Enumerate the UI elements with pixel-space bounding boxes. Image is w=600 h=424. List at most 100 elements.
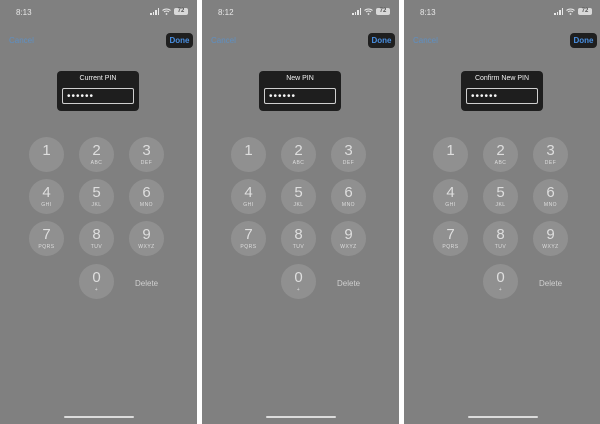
key-letters: ABC — [292, 160, 305, 166]
battery-icon: 72 — [376, 8, 390, 15]
keypad-key-7[interactable]: 7 PQRS — [433, 221, 468, 256]
done-button[interactable]: Done — [570, 33, 597, 48]
keypad-key-6[interactable]: 6 MNO — [331, 179, 366, 214]
keypad-key-5[interactable]: 5 JKL — [79, 179, 114, 214]
done-button[interactable]: Done — [166, 33, 193, 48]
key-letters: TUV — [90, 244, 103, 250]
key-letters: GHI — [41, 202, 52, 208]
key-letters: MNO — [543, 202, 558, 208]
pin-entry-dialog: Confirm New PIN •••••• — [461, 71, 543, 111]
key-digit: 1 — [42, 142, 51, 159]
keypad-key-7[interactable]: 7 PQRS — [231, 221, 266, 256]
key-letters: PQRS — [442, 244, 459, 250]
cancel-button[interactable]: Cancel — [9, 36, 34, 45]
key-digit: 4 — [244, 184, 253, 201]
key-letters: TUV — [292, 244, 305, 250]
status-icons: 72 — [554, 8, 592, 15]
keypad-key-2[interactable]: 2 ABC — [281, 137, 316, 172]
key-letters: DEF — [140, 160, 153, 166]
key-letters: JKL — [495, 202, 506, 208]
key-digit: 9 — [344, 226, 353, 243]
status-time: 8:12 — [218, 8, 234, 17]
status-time: 8:13 — [420, 8, 436, 17]
keypad-key-9[interactable]: 9 WXYZ — [129, 221, 164, 256]
pin-title: Current PIN — [79, 75, 117, 82]
pin-entry-dialog: Current PIN •••••• — [57, 71, 139, 111]
pin-field[interactable]: •••••• — [466, 88, 538, 104]
cancel-button[interactable]: Cancel — [211, 36, 236, 45]
key-letters: ABC — [494, 160, 507, 166]
key-digit: 2 — [92, 142, 101, 159]
done-button[interactable]: Done — [368, 33, 395, 48]
keypad-key-2[interactable]: 2 ABC — [79, 137, 114, 172]
keypad-key-4[interactable]: 4 GHI — [29, 179, 64, 214]
keypad-key-0[interactable]: 0 + — [281, 264, 316, 299]
keypad-key-7[interactable]: 7 PQRS — [29, 221, 64, 256]
keypad-key-1[interactable]: 1 — [231, 137, 266, 172]
status-icons: 72 — [150, 8, 188, 15]
key-digit: 7 — [244, 226, 253, 243]
key-digit: 2 — [496, 142, 505, 159]
pin-screen-3: 8:13 72 Cancel Done Confirm New PIN ••••… — [404, 0, 600, 424]
key-digit: 1 — [244, 142, 253, 159]
key-letters: GHI — [243, 202, 254, 208]
home-indicator — [467, 416, 538, 418]
key-letters: GHI — [445, 202, 456, 208]
pin-title: Confirm New PIN — [474, 75, 530, 82]
key-letters: JKL — [293, 202, 304, 208]
key-digit: 0 — [92, 269, 101, 286]
battery-icon: 72 — [174, 8, 188, 15]
key-digit: 2 — [294, 142, 303, 159]
keypad-key-1[interactable]: 1 — [29, 137, 64, 172]
key-letters: TUV — [494, 244, 507, 250]
key-digit: 5 — [294, 184, 303, 201]
key-digit: 3 — [344, 142, 353, 159]
key-digit: 6 — [344, 184, 353, 201]
keypad-key-5[interactable]: 5 JKL — [483, 179, 518, 214]
delete-button[interactable]: Delete — [539, 279, 562, 288]
keypad-key-3[interactable]: 3 DEF — [129, 137, 164, 172]
keypad-key-9[interactable]: 9 WXYZ — [533, 221, 568, 256]
key-digit: 3 — [546, 142, 555, 159]
status-bar: 8:13 72 — [0, 8, 197, 20]
delete-button[interactable]: Delete — [135, 279, 158, 288]
key-digit: 9 — [142, 226, 151, 243]
key-letters: MNO — [139, 202, 154, 208]
key-digit: 9 — [546, 226, 555, 243]
keypad-key-8[interactable]: 8 TUV — [79, 221, 114, 256]
key-digit: 1 — [446, 142, 455, 159]
key-letters: MNO — [341, 202, 356, 208]
keypad-key-9[interactable]: 9 WXYZ — [331, 221, 366, 256]
key-letters: DEF — [342, 160, 355, 166]
keypad-key-3[interactable]: 3 DEF — [533, 137, 568, 172]
keypad-key-8[interactable]: 8 TUV — [483, 221, 518, 256]
keypad-key-3[interactable]: 3 DEF — [331, 137, 366, 172]
keypad-key-6[interactable]: 6 MNO — [129, 179, 164, 214]
key-digit: 8 — [294, 226, 303, 243]
key-digit: 4 — [446, 184, 455, 201]
keypad-key-8[interactable]: 8 TUV — [281, 221, 316, 256]
key-letters: JKL — [91, 202, 102, 208]
keypad-key-2[interactable]: 2 ABC — [483, 137, 518, 172]
keypad-key-4[interactable]: 4 GHI — [433, 179, 468, 214]
keypad-key-0[interactable]: 0 + — [483, 264, 518, 299]
keypad-key-4[interactable]: 4 GHI — [231, 179, 266, 214]
pin-screen-2: 8:12 72 Cancel Done New PIN •••••• 1 2 A… — [202, 0, 399, 424]
key-letters: PQRS — [38, 244, 55, 250]
delete-button[interactable]: Delete — [337, 279, 360, 288]
pin-field[interactable]: •••••• — [264, 88, 336, 104]
key-digit: 8 — [92, 226, 101, 243]
pin-field[interactable]: •••••• — [62, 88, 134, 104]
keypad-key-1[interactable]: 1 — [433, 137, 468, 172]
key-digit: 4 — [42, 184, 51, 201]
wifi-icon — [162, 8, 171, 15]
key-digit: 5 — [496, 184, 505, 201]
keypad-key-6[interactable]: 6 MNO — [533, 179, 568, 214]
cancel-button[interactable]: Cancel — [413, 36, 438, 45]
key-letters: PQRS — [240, 244, 257, 250]
keypad-key-0[interactable]: 0 + — [79, 264, 114, 299]
keypad-key-5[interactable]: 5 JKL — [281, 179, 316, 214]
key-letters: WXYZ — [340, 244, 357, 250]
wifi-icon — [566, 8, 575, 15]
home-indicator — [265, 416, 336, 418]
